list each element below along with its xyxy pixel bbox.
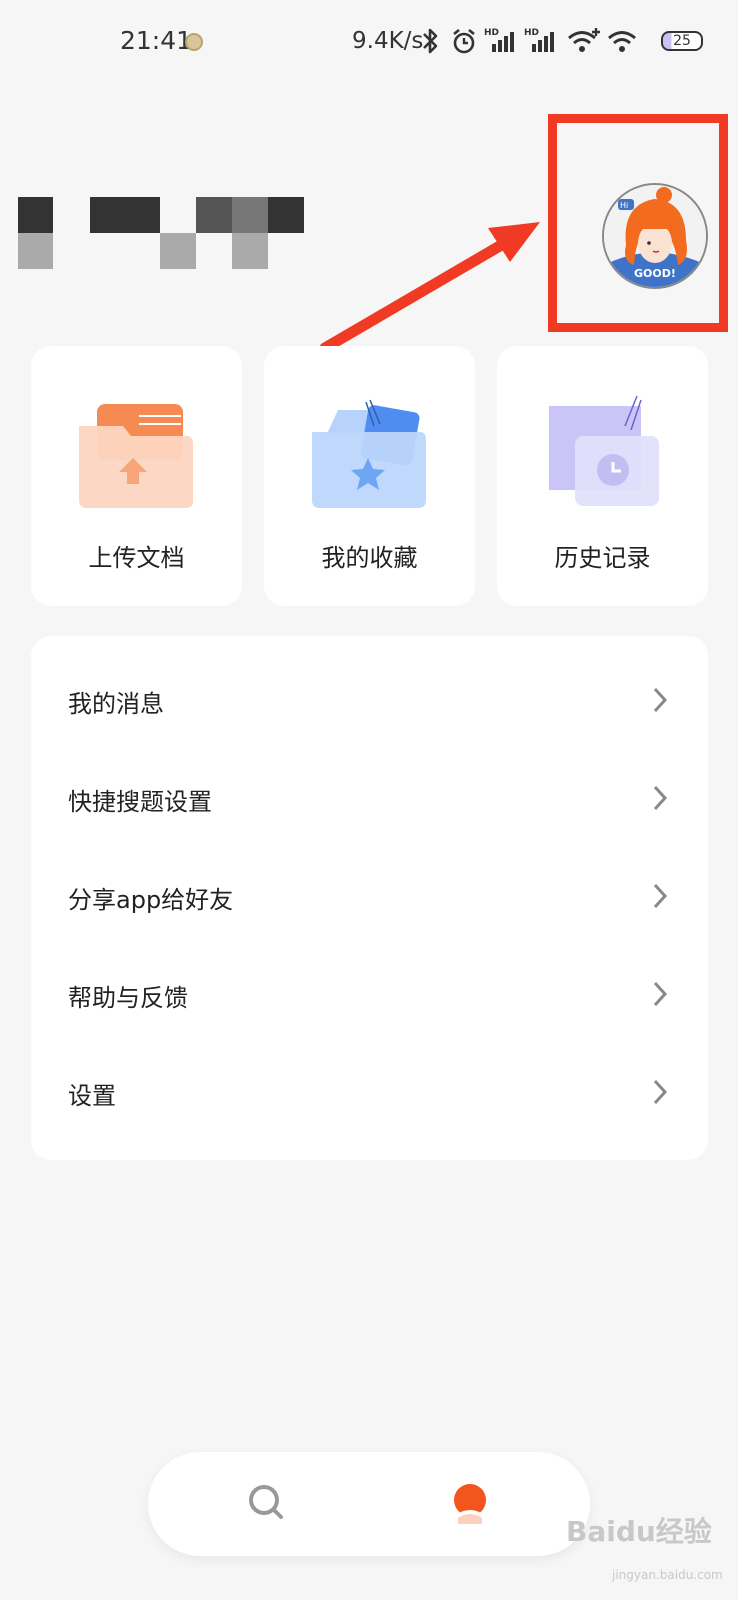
menu-item-settings[interactable]: 设置 [31,1044,708,1142]
my-favorites-card[interactable]: 我的收藏 [264,346,475,606]
upload-document-label: 上传文档 [88,544,185,572]
menu-item-label: 快捷搜题设置 [68,788,212,816]
bottom-navigation [148,1452,590,1556]
menu-item-help-feedback[interactable]: 帮助与反馈 [31,946,708,1044]
menu-item-share-app[interactable]: 分享app给好友 [31,848,708,946]
avatar-girl-icon: Hi GOOD! [604,185,706,287]
chevron-right-icon [653,785,668,811]
chevron-right-icon [653,1079,668,1105]
history-label: 历史记录 [554,544,651,572]
menu-item-label: 我的消息 [68,690,164,718]
chevron-right-icon [653,981,668,1007]
menu-item-quick-search-settings[interactable]: 快捷搜题设置 [31,750,708,848]
svg-text:GOOD!: GOOD! [634,267,676,280]
menu-item-label: 分享app给好友 [68,886,234,914]
chevron-right-icon [653,687,668,713]
watermark: Baidu经验 [566,1515,712,1548]
settings-menu: 我的消息 快捷搜题设置 分享app给好友 帮助与反馈 设置 [31,636,708,1160]
upload-folder-icon [79,404,193,508]
chevron-right-icon [653,883,668,909]
menu-item-label: 帮助与反馈 [68,984,188,1012]
profile-icon[interactable] [450,1482,490,1524]
svg-text:Hi: Hi [620,201,628,210]
upload-document-card[interactable]: 上传文档 [31,346,242,606]
menu-item-my-messages[interactable]: 我的消息 [31,652,708,750]
my-favorites-label: 我的收藏 [321,544,418,572]
menu-item-label: 设置 [68,1082,116,1110]
watermark-url: jingyan.baidu.com [612,1568,723,1582]
history-card[interactable]: 历史记录 [497,346,708,606]
search-icon[interactable] [246,1482,286,1522]
favorites-folder-icon [312,399,426,508]
avatar[interactable]: Hi GOOD! [602,183,708,289]
history-folder-icon [549,396,659,506]
